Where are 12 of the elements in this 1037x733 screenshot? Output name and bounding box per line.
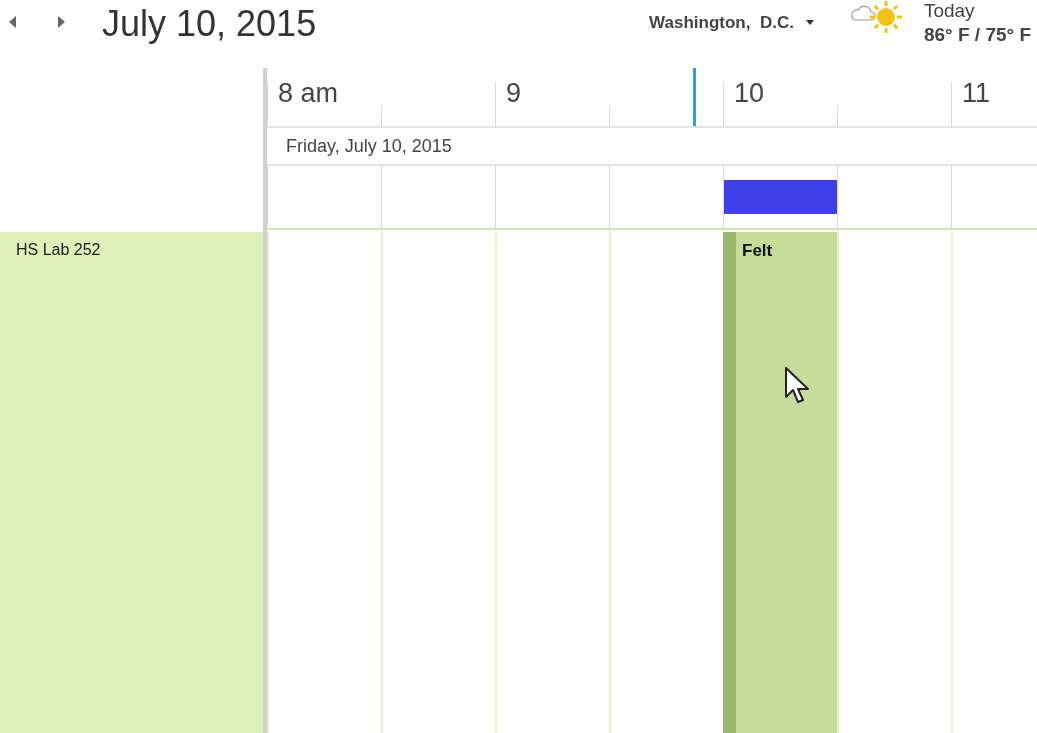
caret-icon bbox=[805, 20, 814, 26]
hour-label: 9 bbox=[506, 77, 522, 109]
calendar-event[interactable]: Felt bbox=[723, 232, 837, 733]
hour-label: 8 am bbox=[278, 77, 339, 109]
location-dropdown[interactable]: Washington, D.C. bbox=[649, 10, 814, 36]
hour-label: 11 bbox=[962, 77, 991, 109]
date-title: July 10, 2015 bbox=[102, 3, 317, 45]
hour-label: 10 bbox=[734, 77, 765, 109]
day-label: Friday, July 10, 2015 bbox=[286, 134, 452, 158]
temperature-range: 86° F / 75° F bbox=[923, 23, 1031, 47]
weather-label: Today bbox=[923, 0, 976, 22]
resource-label: HS Lab 252 bbox=[0, 232, 263, 733]
